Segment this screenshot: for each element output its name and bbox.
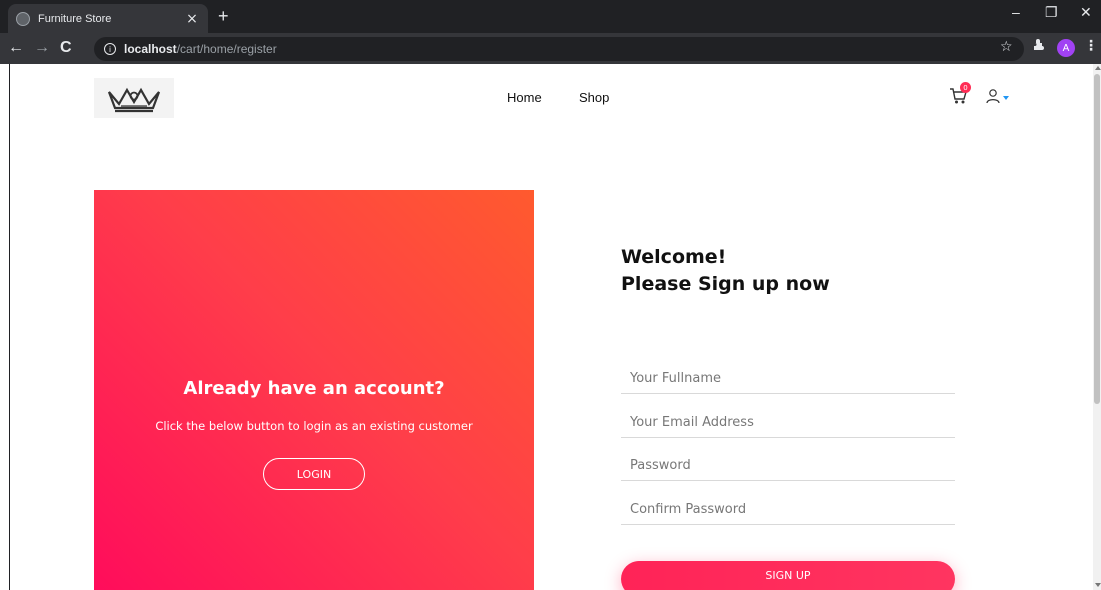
cart-count-badge: 0: [960, 82, 971, 93]
url-text: localhost/cart/home/register: [124, 42, 277, 56]
scrollbar-thumb[interactable]: [1094, 74, 1100, 404]
welcome-heading: Welcome! Please Sign up now: [621, 244, 830, 298]
page-scrollbar[interactable]: [1093, 64, 1101, 590]
login-button[interactable]: LOGIN: [263, 458, 365, 490]
nav-home-link[interactable]: Home: [507, 90, 542, 105]
fullname-input[interactable]: [621, 364, 955, 394]
promo-text: Click the below button to login as an ex…: [155, 419, 473, 433]
browser-toolbar: ← → C i localhost/cart/home/register ☆ A…: [0, 33, 1101, 64]
tab-close-icon[interactable]: ×: [184, 11, 200, 27]
new-tab-button[interactable]: +: [218, 6, 229, 27]
browser-tab-bar: Furniture Store × + – ❐ ✕: [0, 0, 1101, 33]
profile-avatar[interactable]: A: [1057, 39, 1075, 57]
user-icon[interactable]: [985, 88, 1001, 104]
minimize-button[interactable]: –: [1012, 4, 1020, 20]
info-icon[interactable]: i: [104, 43, 116, 55]
window-close-button[interactable]: ✕: [1080, 4, 1092, 21]
welcome-line-1: Welcome!: [621, 246, 727, 268]
login-promo-panel: Already have an account? Click the below…: [94, 190, 534, 590]
address-bar[interactable]: i localhost/cart/home/register: [94, 37, 1024, 61]
scroll-down-arrow-icon[interactable]: [1095, 583, 1101, 587]
kebab-menu-icon[interactable]: ⋮: [1084, 38, 1098, 54]
forward-arrow-icon[interactable]: →: [34, 39, 50, 57]
signup-button[interactable]: SIGN UP: [621, 561, 955, 590]
extensions-icon[interactable]: [1032, 38, 1046, 56]
crown-icon: [107, 87, 161, 113]
promo-title: Already have an account?: [183, 378, 445, 399]
scroll-up-arrow-icon[interactable]: [1095, 66, 1101, 70]
url-path: /cart/home/register: [176, 42, 277, 56]
restore-button[interactable]: ❐: [1045, 4, 1058, 21]
url-host: localhost: [124, 42, 177, 56]
reload-icon[interactable]: C: [60, 39, 72, 57]
nav-shop-link[interactable]: Shop: [579, 90, 609, 105]
bookmark-star-icon[interactable]: ☆: [1000, 39, 1013, 55]
confirm-password-input[interactable]: [621, 495, 955, 525]
welcome-line-2: Please Sign up now: [621, 273, 830, 295]
globe-icon: [16, 11, 30, 26]
chevron-down-icon[interactable]: [1003, 96, 1009, 100]
browser-tab[interactable]: Furniture Store ×: [8, 4, 208, 33]
password-input[interactable]: [621, 451, 955, 481]
back-arrow-icon[interactable]: ←: [8, 39, 24, 57]
email-input[interactable]: [621, 408, 955, 438]
crown-logo[interactable]: [94, 78, 174, 118]
page-viewport: Home Shop 0 Already have an account? Cli…: [9, 64, 1093, 590]
tab-title: Furniture Store: [38, 12, 112, 25]
